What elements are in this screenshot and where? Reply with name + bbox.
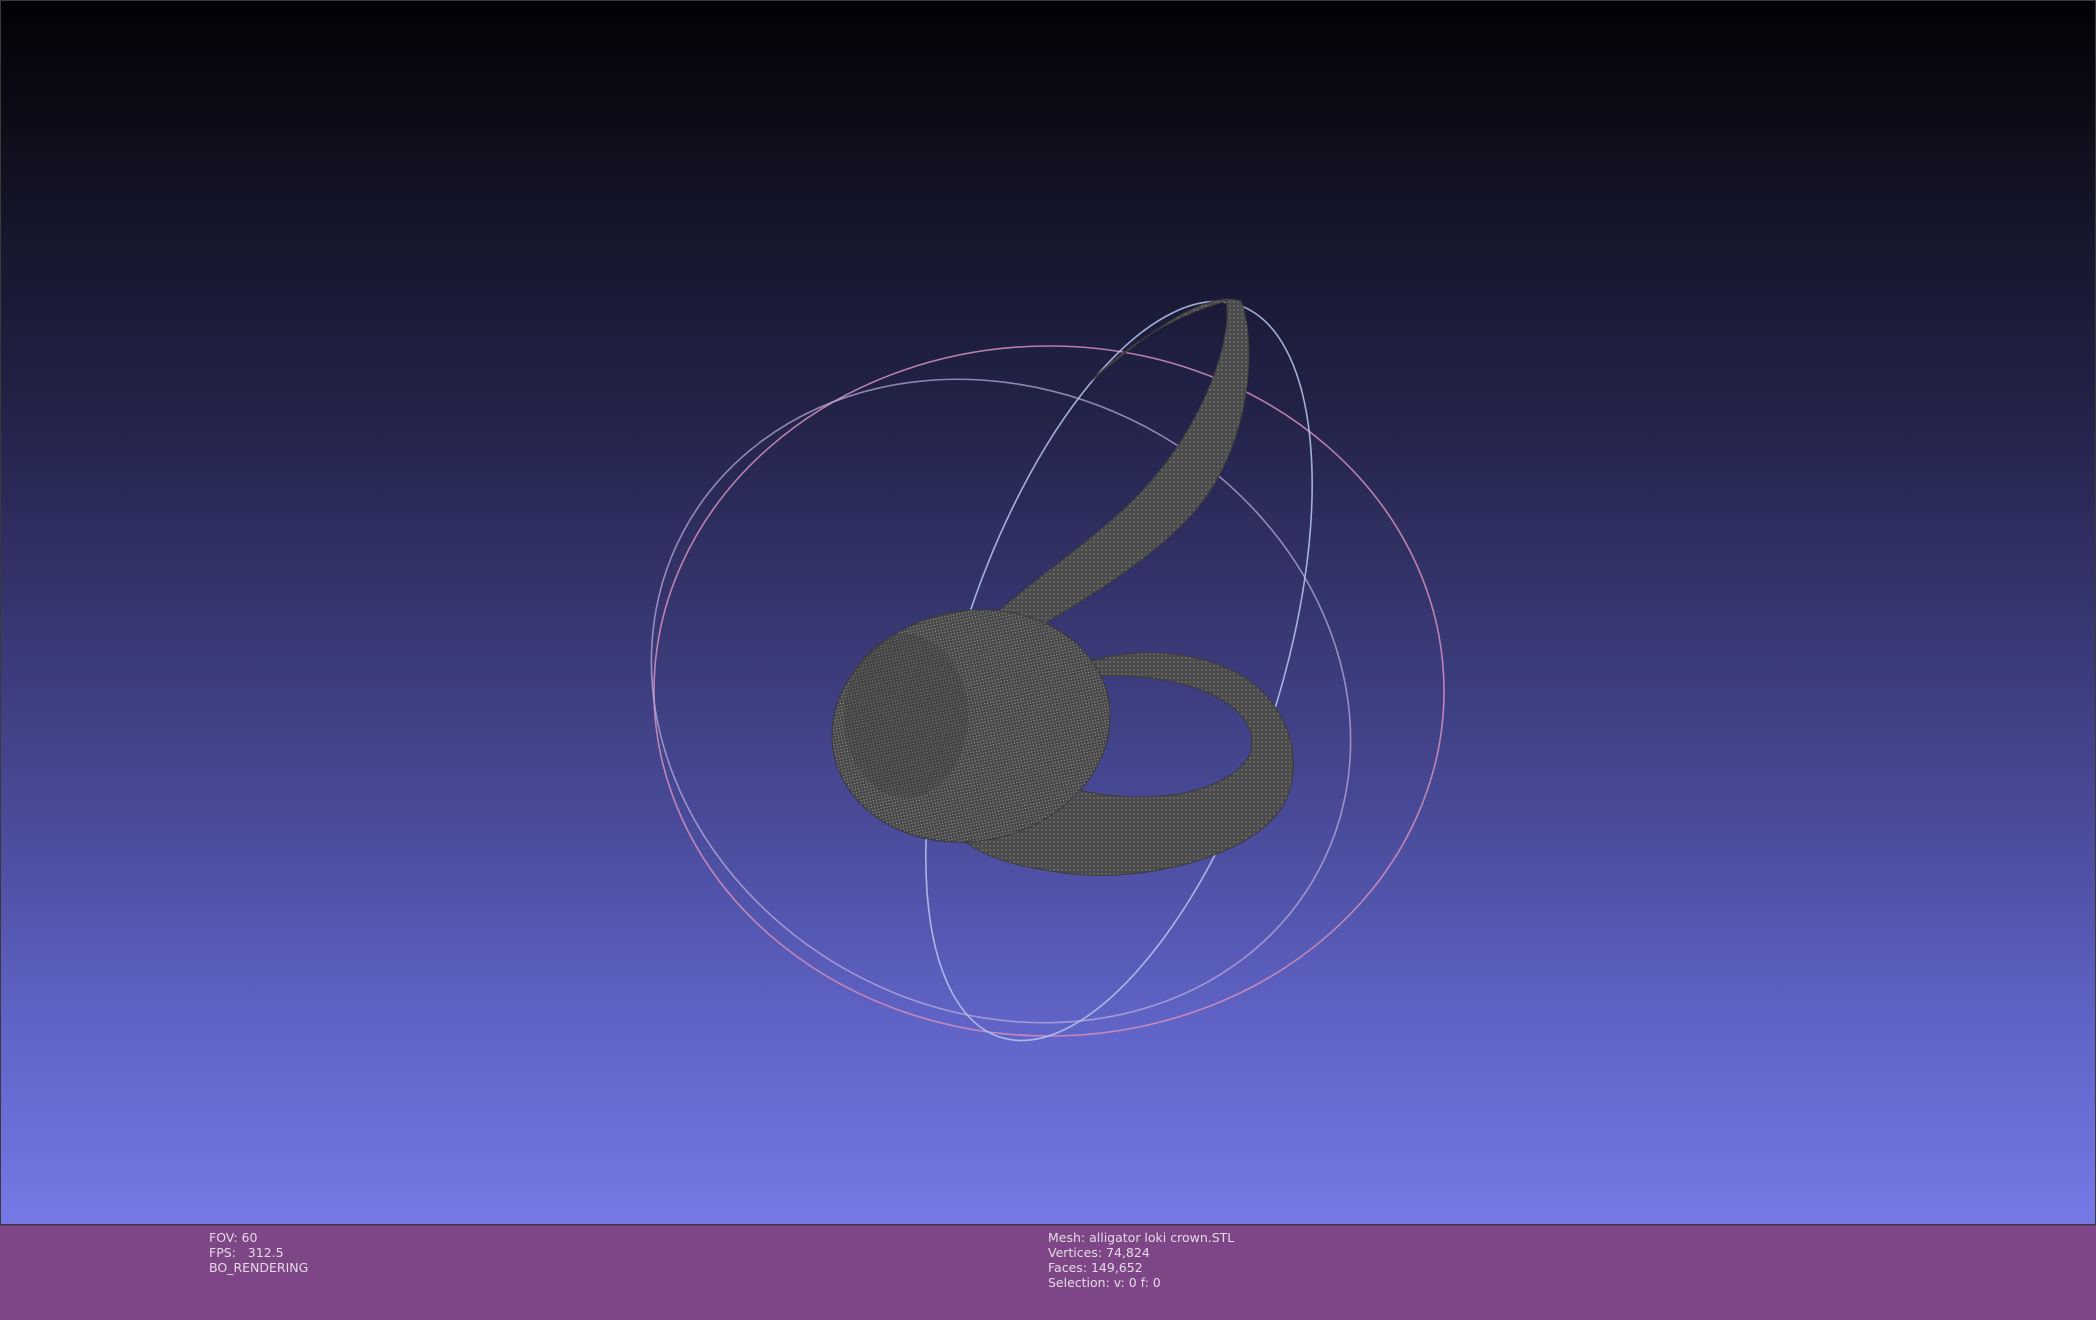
render-mode-readout: BO_RENDERING — [209, 1260, 309, 1275]
status-bar: FOV: 60 FPS: 312.5 BO_RENDERING Mesh: al… — [0, 1225, 2096, 1320]
fov-readout: FOV: 60 — [209, 1230, 258, 1245]
mesh-model[interactable] — [810, 298, 1294, 876]
render-info: FOV: 60 FPS: 312.5 BO_RENDERING — [209, 1230, 308, 1275]
scene-canvas[interactable] — [1, 1, 2096, 1225]
mesh-info: Mesh: alligator loki crown.STL Vertices:… — [1048, 1230, 1234, 1290]
3d-viewport[interactable] — [0, 0, 2096, 1225]
vertices-readout: Vertices: 74,824 — [1048, 1245, 1150, 1260]
selection-readout: Selection: v: 0 f: 0 — [1048, 1275, 1161, 1290]
fps-readout: FPS: 312.5 — [209, 1245, 284, 1260]
mesh-crown-shadow — [844, 634, 968, 798]
faces-readout: Faces: 149,652 — [1048, 1260, 1143, 1275]
mesh-name-readout: Mesh: alligator loki crown.STL — [1048, 1230, 1235, 1245]
